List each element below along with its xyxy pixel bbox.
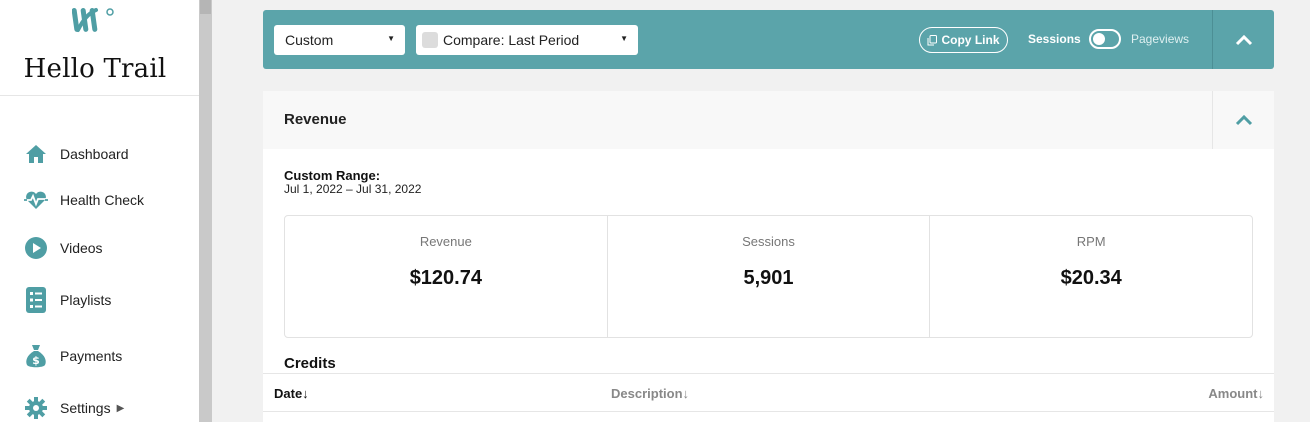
copy-icon (927, 34, 938, 46)
compare-select[interactable]: Compare: Last Period ▼ (416, 25, 638, 55)
column-header-description[interactable]: Description↓ (611, 386, 689, 401)
sidebar-item-label: Settings (60, 400, 111, 416)
sidebar-item-dashboard[interactable]: Dashboard (24, 139, 129, 169)
chevron-right-icon: ▶ (116, 402, 125, 414)
money-bag-icon: $ (24, 344, 48, 368)
sidebar-item-label: Dashboard (60, 146, 129, 162)
stat-value: $20.34 (1060, 267, 1122, 289)
stat-revenue: Revenue $120.74 (285, 216, 608, 337)
sidebar-item-label: Playlists (60, 292, 112, 308)
sidebar-scrollbar-thumb[interactable] (200, 0, 211, 14)
stat-label: Revenue (419, 234, 472, 249)
site-title: Hello Trail (23, 54, 167, 84)
stat-value: 5,901 (743, 267, 794, 289)
home-icon (24, 142, 48, 166)
column-header-amount[interactable]: Amount↓ (1208, 386, 1264, 401)
caret-down-icon: ▼ (387, 34, 395, 43)
sidebar-scrollbar[interactable] (199, 0, 212, 422)
filter-bar-collapse-button[interactable] (1213, 10, 1274, 69)
column-header-date[interactable]: Date↓ (274, 386, 309, 401)
sidebar-item-payments[interactable]: $ Payments (24, 341, 122, 371)
compare-select-value: Compare: Last Period (443, 32, 580, 48)
logo-icon (72, 8, 114, 32)
sidebar-item-label: Health Check (60, 192, 145, 208)
svg-text:$: $ (32, 354, 40, 367)
panel-title: Revenue (284, 111, 347, 128)
range-select[interactable]: Custom ▼ (274, 25, 405, 55)
gear-icon (24, 396, 48, 420)
play-circle-icon (24, 236, 48, 260)
stats-summary: Revenue $120.74 Sessions 5,901 RPM $20.3… (284, 215, 1253, 338)
credits-title: Credits (284, 355, 336, 372)
caret-down-icon: ▼ (620, 34, 628, 43)
chevron-up-icon (1235, 34, 1252, 45)
toggle-knob (1093, 33, 1105, 45)
list-icon (24, 287, 48, 313)
range-select-value: Custom (285, 32, 334, 48)
revenue-panel: Revenue Custom Range: Jul 1, 2022 – Jul … (263, 91, 1274, 422)
range-label: Custom Range: (284, 168, 381, 183)
stat-label: Sessions (742, 234, 795, 249)
range-value: Jul 1, 2022 – Jul 31, 2022 (284, 182, 422, 196)
heartbeat-icon (24, 188, 48, 212)
stat-label: RPM (1076, 234, 1106, 249)
sessions-pageviews-toggle[interactable] (1089, 29, 1121, 49)
sidebar-item-videos[interactable]: Videos (24, 233, 103, 263)
sidebar-item-playlists[interactable]: Playlists (24, 285, 111, 315)
stat-sessions: Sessions 5,901 (608, 216, 931, 337)
credits-table-header: Date↓ Description↓ Amount↓ (263, 373, 1274, 412)
sidebar-item-label: Payments (60, 348, 123, 364)
copy-link-label: Copy Link (941, 33, 1000, 47)
sidebar-divider (0, 95, 199, 96)
stat-rpm: RPM $20.34 (930, 216, 1252, 337)
compare-color-swatch (422, 32, 438, 48)
sidebar-item-settings[interactable]: Settings ▶ (24, 393, 124, 422)
stat-value: $120.74 (409, 267, 482, 289)
filter-bar: Custom ▼ Compare: Last Period ▼ Copy Lin… (263, 10, 1274, 69)
sidebar-item-health-check[interactable]: Health Check (24, 185, 144, 215)
toggle-label-sessions: Sessions (1028, 32, 1081, 46)
sidebar: Hello Trail Dashboard Health Check Video… (0, 0, 199, 422)
revenue-collapse-button[interactable] (1213, 91, 1274, 149)
chevron-up-icon (1235, 114, 1252, 126)
copy-link-button[interactable]: Copy Link (919, 27, 1008, 53)
sidebar-item-label: Videos (60, 240, 103, 256)
revenue-panel-header: Revenue (263, 91, 1274, 149)
toggle-label-pageviews: Pageviews (1131, 32, 1190, 46)
